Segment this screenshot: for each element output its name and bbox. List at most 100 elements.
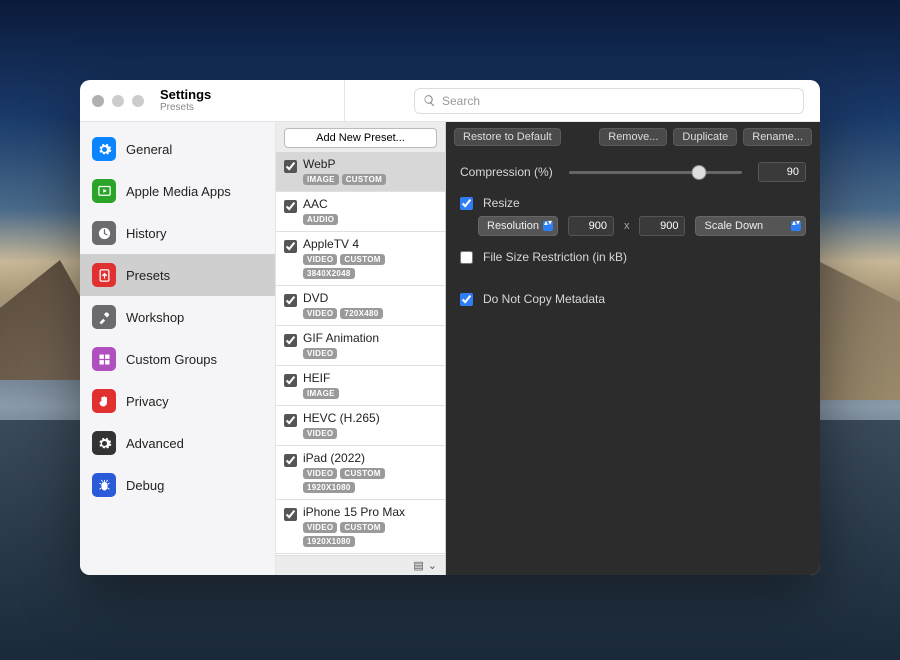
compression-value-field[interactable] (758, 162, 806, 182)
preset-tags: VIDEO (303, 348, 379, 359)
preset-row[interactable]: iPad (2022) VIDEOCUSTOM 1920X1080 (276, 446, 445, 500)
resize-width-field[interactable] (568, 216, 614, 236)
preset-name: HEVC (H.265) (303, 411, 380, 425)
preset-tag: VIDEO (303, 308, 337, 319)
resize-label: Resize (483, 196, 520, 210)
preset-enable-checkbox[interactable] (284, 508, 297, 521)
resize-mode-value: Resolution (487, 220, 539, 232)
preset-tags: IMAGECUSTOM (303, 174, 386, 185)
sidebar: General Apple Media Apps History Presets… (80, 122, 276, 575)
window-subtitle: Presets (160, 102, 332, 113)
preset-enable-checkbox[interactable] (284, 160, 297, 173)
search-icon (423, 94, 436, 107)
sidebar-item-apple-media[interactable]: Apple Media Apps (80, 170, 275, 212)
preset-tag: CUSTOM (340, 254, 384, 265)
preset-tag: 1920X1080 (303, 482, 355, 493)
resize-fit-value: Scale Down (704, 220, 763, 232)
preset-row[interactable]: iPhone 15 Pro MaxVIDEOCUSTOM1920X1080 (276, 500, 445, 554)
preset-row[interactable]: AACAUDIO (276, 192, 445, 232)
preset-row[interactable]: AppleTV 4VIDEOCUSTOM3840X2048 (276, 232, 445, 286)
preset-tag: AUDIO (303, 214, 338, 225)
preset-tag: IMAGE (303, 388, 339, 399)
window-title: Settings (160, 88, 332, 102)
preset-tag: 3840X2048 (303, 268, 355, 279)
zoom-window-button[interactable] (132, 95, 144, 107)
sidebar-item-label: History (126, 226, 166, 241)
sidebar-item-debug[interactable]: Debug (80, 464, 275, 506)
preset-row[interactable]: HEIFIMAGE (276, 366, 445, 406)
preset-name: iPad (2022) (303, 451, 437, 465)
preset-icon (97, 268, 112, 283)
grid-icon (97, 352, 112, 367)
sidebar-item-advanced[interactable]: Advanced (80, 422, 275, 464)
preset-tag: VIDEO (303, 428, 337, 439)
sidebar-item-label: Advanced (126, 436, 184, 451)
sidebar-item-workshop[interactable]: Workshop (80, 296, 275, 338)
titlebar: Settings Presets Search (80, 80, 820, 122)
preset-name: WebP (303, 157, 386, 171)
preset-name: DVD (303, 291, 383, 305)
preset-tag: CUSTOM (340, 468, 384, 479)
resize-fit-select[interactable]: Scale Down ▴▾ (695, 216, 806, 236)
sidebar-item-custom-groups[interactable]: Custom Groups (80, 338, 275, 380)
sidebar-item-general[interactable]: General (80, 128, 275, 170)
sidebar-item-privacy[interactable]: Privacy (80, 380, 275, 422)
metadata-checkbox[interactable] (460, 293, 473, 306)
sidebar-item-label: Presets (126, 268, 170, 283)
add-preset-button[interactable]: Add New Preset... (284, 128, 437, 148)
dimension-separator: x (624, 220, 630, 232)
view-mode-icon[interactable]: ▤ (413, 559, 423, 572)
sidebar-item-presets[interactable]: Presets (80, 254, 275, 296)
preset-row[interactable]: WebP IMAGECUSTOM (276, 152, 445, 192)
preset-tags: VIDEOCUSTOM 3840X2048 (303, 254, 437, 279)
preset-enable-checkbox[interactable] (284, 454, 297, 467)
bug-icon (97, 478, 112, 493)
preset-tags: VIDEO720X480 (303, 308, 383, 319)
resize-mode-select[interactable]: Resolution ▴▾ (478, 216, 558, 236)
rename-button[interactable]: Rename... (743, 128, 812, 146)
resize-checkbox[interactable] (460, 197, 473, 210)
sidebar-item-label: General (126, 142, 172, 157)
preset-row[interactable]: HEVC (H.265) VIDEO (276, 406, 445, 446)
preset-tags: AUDIO (303, 214, 338, 225)
tools-icon (97, 310, 112, 325)
compression-label: Compression (%) (460, 165, 553, 179)
preset-list: WebPIMAGECUSTOMAACAUDIOAppleTV 4VIDEOCUS… (276, 152, 445, 555)
preset-tags: VIDEOCUSTOM 1920X1080 (303, 468, 437, 493)
preset-row[interactable]: DVD VIDEO720X480 (276, 286, 445, 326)
preset-enable-checkbox[interactable] (284, 334, 297, 347)
preset-tag: VIDEO (303, 468, 337, 479)
preset-tag: CUSTOM (342, 174, 386, 185)
preset-tag: VIDEO (303, 254, 337, 265)
preset-tag: 720X480 (340, 308, 382, 319)
minimize-window-button[interactable] (112, 95, 124, 107)
close-window-button[interactable] (92, 95, 104, 107)
preset-row[interactable]: GIF AnimationVIDEO (276, 326, 445, 366)
search-input[interactable]: Search (414, 88, 804, 114)
preset-enable-checkbox[interactable] (284, 374, 297, 387)
resize-height-field[interactable] (639, 216, 685, 236)
preset-footer: ▤ ⌄ (276, 555, 445, 575)
filesize-checkbox[interactable] (460, 251, 473, 264)
chevron-down-icon[interactable]: ⌄ (428, 559, 437, 572)
preset-enable-checkbox[interactable] (284, 414, 297, 427)
compression-slider[interactable] (569, 171, 742, 174)
preset-row[interactable]: iPhone RingtoneAUDIO (276, 554, 445, 555)
preset-enable-checkbox[interactable] (284, 240, 297, 253)
clock-icon (97, 226, 112, 241)
sidebar-item-label: Privacy (126, 394, 169, 409)
duplicate-button[interactable]: Duplicate (673, 128, 737, 146)
preset-tag: 1920X1080 (303, 536, 355, 547)
gear-icon (97, 436, 112, 451)
traffic-lights (92, 95, 144, 107)
preset-name: iPhone 15 Pro Max (303, 505, 437, 519)
preset-enable-checkbox[interactable] (284, 200, 297, 213)
remove-button[interactable]: Remove... (599, 128, 667, 146)
slider-thumb[interactable] (691, 165, 706, 180)
sidebar-item-label: Custom Groups (126, 352, 217, 367)
sidebar-item-label: Debug (126, 478, 164, 493)
sidebar-item-history[interactable]: History (80, 212, 275, 254)
restore-default-button[interactable]: Restore to Default (454, 128, 561, 146)
search-placeholder: Search (442, 94, 480, 108)
preset-enable-checkbox[interactable] (284, 294, 297, 307)
